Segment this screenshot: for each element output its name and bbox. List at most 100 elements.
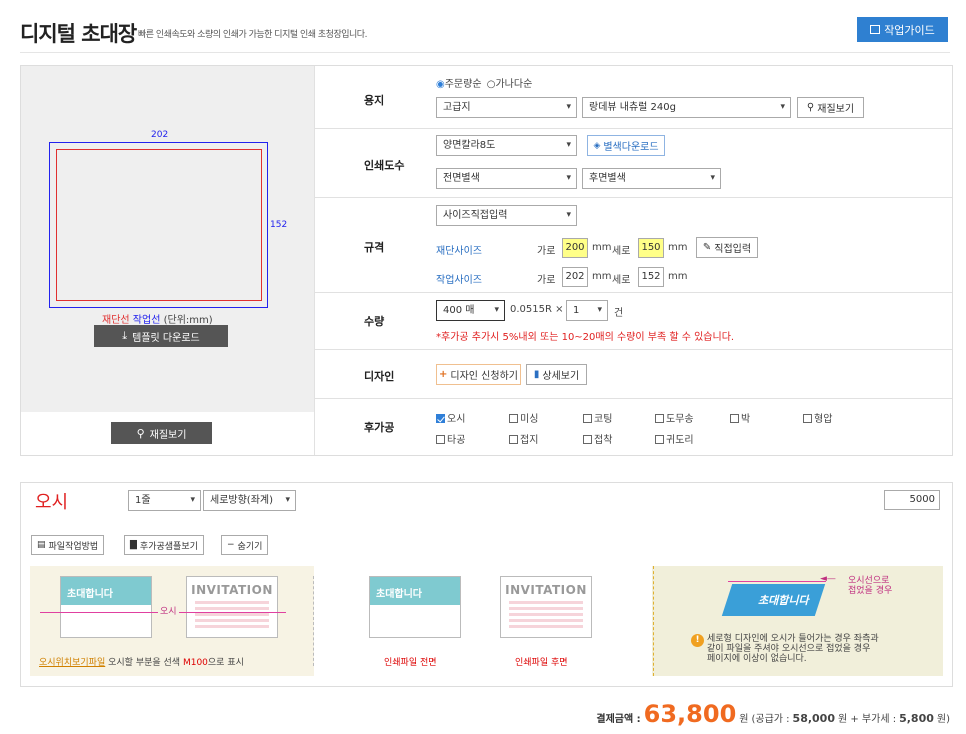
preview-width-label: 202 (151, 130, 169, 140)
chevron-down-icon: ▾ (566, 173, 571, 183)
checkbox[interactable] (730, 414, 739, 423)
payment-summary: 결제금액 : 63,800 원 (공급가 : 58,000 원 + 부가세 : 5… (596, 700, 950, 728)
fold-note: 세로형 디자인에 오시가 들어가는 경우 좌측과 같이 파일을 주셔야 오시선으… (707, 634, 879, 664)
dashed-divider (653, 566, 654, 676)
minus-icon: − (227, 540, 235, 550)
preview-height-label: 152 (270, 220, 288, 230)
unit-label: mm (592, 242, 612, 253)
file-method-button[interactable]: ▤ 파일작업방법 (31, 535, 105, 555)
finishing-option[interactable]: 도무송 (655, 410, 694, 425)
finishing-option[interactable]: 코팅 (583, 410, 612, 425)
cut-height-input[interactable]: 150 (638, 238, 664, 258)
checkbox[interactable] (655, 435, 664, 444)
direct-input-button[interactable]: ✎ 직접입력 (696, 237, 758, 258)
paper-sort-radio-group: ◉주문량순 ○가나다순 (436, 79, 533, 90)
print-back-sample: INVITATION (500, 576, 592, 638)
work-width-label: 가로 (537, 275, 556, 286)
checkbox[interactable] (436, 414, 445, 423)
sets-unit: 건 (614, 308, 624, 319)
work-size-label: 작업사이즈 (436, 275, 482, 286)
work-height-label: 세로 (612, 275, 631, 286)
checkbox[interactable] (655, 414, 664, 423)
quantity-notice: *후가공 추가시 5%내외 또는 10~20매의 수량이 부족 할 수 있습니다… (436, 332, 735, 343)
checkbox[interactable] (583, 435, 592, 444)
template-download-button[interactable]: ⤓ 템플릿 다운로드 (94, 325, 228, 347)
search-icon: ⚲ (136, 426, 145, 440)
design-label: 디자인 (364, 370, 395, 383)
fold-line (728, 581, 826, 582)
finishing-sample-button[interactable]: ▇ 후가공샘플보기 (124, 535, 204, 555)
image-icon (870, 25, 881, 34)
row-divider (314, 398, 952, 399)
checkbox[interactable] (436, 435, 445, 444)
checkbox[interactable] (509, 414, 518, 423)
finishing-option-label: 형압 (814, 414, 833, 425)
finishing-option[interactable]: 박 (730, 410, 750, 425)
work-height-input[interactable]: 152 (638, 267, 664, 287)
row-divider (314, 128, 952, 129)
column-divider (314, 66, 315, 455)
back-spot-select[interactable]: 후면별색 ▾ (582, 168, 721, 189)
spot-color-download-button[interactable]: ◈ 별색다운로드 (587, 135, 665, 156)
layers-icon: ◈ (593, 140, 601, 151)
design-detail-button[interactable]: ▮ 상세보기 (526, 364, 587, 385)
work-guide-button[interactable]: 작업가이드 (857, 17, 948, 42)
print-front-caption: 인쇄파일 전면 (384, 658, 437, 668)
finishing-option-label: 접지 (520, 435, 539, 446)
finishing-option-label: 타공 (447, 435, 466, 446)
finishing-option-label: 접착 (594, 435, 613, 446)
finishing-option[interactable]: 귀도리 (655, 431, 694, 446)
supply-price: 58,000 (792, 712, 835, 725)
finishing-option-label: 귀도리 (666, 435, 694, 446)
hide-button[interactable]: − 숨기기 (221, 535, 269, 555)
image-icon: ▇ (130, 540, 137, 550)
material-view-button[interactable]: ⚲ 재질보기 (111, 422, 212, 444)
work-width-input[interactable]: 202 (562, 267, 588, 287)
osi-position-file-link[interactable]: 오시위치보기파일 (39, 658, 105, 668)
osi-back-sample: INVITATION (186, 576, 278, 638)
osi-direction-select[interactable]: 세로방향(좌계) ▾ (203, 490, 296, 511)
vat-price: 5,800 (899, 712, 934, 725)
chevron-down-icon: ▾ (566, 210, 571, 220)
colors-label: 인쇄도수 (364, 159, 405, 172)
design-apply-button[interactable]: + 디자인 신청하기 (436, 364, 521, 385)
chevron-down-icon: ▾ (494, 305, 499, 315)
paper-stock-select[interactable]: 랑데뷰 내츄럴 240g ▾ (582, 97, 791, 118)
color-mode-select[interactable]: 양면칼라8도 ▾ (436, 135, 577, 156)
finishing-option[interactable]: 미싱 (509, 410, 538, 425)
paper-type-select[interactable]: 고급지 ▾ (436, 97, 577, 118)
osi-value-input[interactable]: 5000 (884, 490, 940, 510)
sets-select[interactable]: 1 ▾ (566, 300, 608, 321)
osi-title: 오시 (35, 492, 69, 513)
finishing-option[interactable]: 오시 (436, 410, 465, 425)
chevron-down-icon: ▾ (597, 305, 602, 315)
quantity-label: 수량 (364, 315, 385, 328)
unit-label: mm (592, 271, 612, 282)
quantity-per-ream: 0.0515R × (510, 304, 564, 315)
finishing-option-label: 오시 (447, 414, 466, 425)
osi-lines-select[interactable]: 1줄 ▾ (128, 490, 201, 511)
finishing-option[interactable]: 형압 (803, 410, 832, 425)
finishing-option[interactable]: 접착 (583, 431, 612, 446)
checkbox[interactable] (583, 414, 592, 423)
radio-order-count[interactable]: ◉ (436, 79, 445, 90)
size-mode-select[interactable]: 사이즈직접입력 ▾ (436, 205, 577, 226)
chevron-down-icon: ▾ (566, 102, 571, 112)
quantity-select[interactable]: 400 매 ▾ (436, 300, 505, 321)
finishing-option-label: 미싱 (520, 414, 539, 425)
checkbox[interactable] (803, 414, 812, 423)
document-icon: ▤ (37, 540, 46, 550)
front-spot-select[interactable]: 전면별색 ▾ (436, 168, 577, 189)
finishing-option-label: 도무송 (666, 414, 694, 425)
osi-mark-label: 오시 (158, 604, 179, 617)
print-file-panel (314, 566, 652, 676)
finishing-option[interactable]: 접지 (509, 431, 538, 446)
print-front-sample: 초대합니다 (369, 576, 461, 638)
finishing-option[interactable]: 타공 (436, 431, 465, 446)
plus-icon: + (439, 369, 448, 380)
cut-width-input[interactable]: 200 (562, 238, 588, 258)
payment-amount: 63,800 (643, 700, 737, 728)
checkbox[interactable] (509, 435, 518, 444)
row-divider (314, 197, 952, 198)
paper-view-button[interactable]: ⚲ 재질보기 (797, 97, 864, 118)
